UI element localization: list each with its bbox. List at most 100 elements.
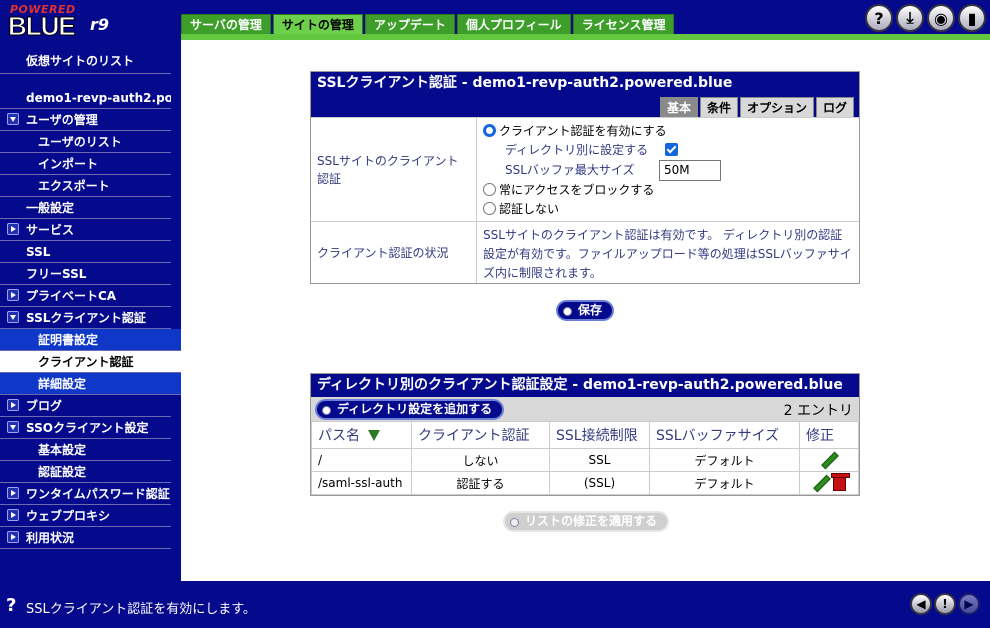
column-header-buffer[interactable]: SSLバッファサイズ xyxy=(649,421,800,449)
sidebar-item-import[interactable]: インポート xyxy=(0,153,171,175)
radio-block[interactable] xyxy=(483,183,496,196)
pencil-icon[interactable] xyxy=(821,452,837,468)
sidebar-item-blog[interactable]: ブログ xyxy=(0,395,171,417)
radio-none[interactable] xyxy=(483,202,496,215)
sidebar-item-cert-settings[interactable]: 証明書設定 xyxy=(0,329,181,351)
alert-icon[interactable]: ! xyxy=(934,593,956,615)
sidebar-item-services[interactable]: サービス xyxy=(0,219,171,241)
tab-options[interactable]: オプション xyxy=(739,97,814,117)
sidebar-item-label: 利用状況 xyxy=(26,531,75,545)
option-none-label: 認証しない xyxy=(499,202,560,216)
expand-down-icon xyxy=(7,421,19,433)
cell-ssl: SSL xyxy=(549,448,650,472)
cell-auth: しない xyxy=(411,448,550,472)
expand-right-icon xyxy=(7,487,19,499)
option-none[interactable]: 認証しない xyxy=(483,200,853,219)
option-block-label: 常にアクセスをブロックする xyxy=(499,183,655,197)
footer-nav: ◀ ! ▶ xyxy=(910,593,980,615)
entry-count: 2 エントリ xyxy=(783,403,853,419)
cell-ssl: (SSL) xyxy=(549,471,650,495)
cell-edit xyxy=(799,448,859,472)
tab-personal-profile[interactable]: 個人プロフィール xyxy=(456,14,571,34)
tab-site-management[interactable]: サイトの管理 xyxy=(272,14,363,34)
directory-table: パス名 クライアント認証 SSL接続制限 SSLバッファサイズ 修正 / しない… xyxy=(311,421,859,495)
panel-title: ディレクトリ別のクライアント認証設定 - demo1-revp-auth2.po… xyxy=(311,374,859,397)
tab-server-management[interactable]: サーバの管理 xyxy=(181,14,271,34)
column-header-path[interactable]: パス名 xyxy=(311,421,412,449)
sidebar-item-export[interactable]: エクスポート xyxy=(0,175,171,197)
sidebar-item-label: ワンタイムパスワード認証 xyxy=(26,487,170,501)
cell-path: /saml-ssl-auth xyxy=(311,471,412,495)
option-enable[interactable]: クライアント認証を有効にする xyxy=(483,122,853,141)
cell-edit xyxy=(799,471,859,495)
ssl-buffer-input[interactable]: 50M xyxy=(659,160,721,181)
sidebar-item-advanced-settings[interactable]: 詳細設定 xyxy=(0,373,181,395)
sidebar-item-ssl[interactable]: SSL xyxy=(0,241,171,263)
sidebar-item-site-name[interactable]: demo1-revp-auth2.powered.blue xyxy=(0,87,171,109)
option-enable-label: クライアント認証を有効にする xyxy=(499,124,667,138)
sidebar-item-virtual-site-list[interactable]: 仮想サイトのリスト xyxy=(0,48,171,74)
sidebar-item-web-proxy[interactable]: ウェブプロキシ xyxy=(0,505,171,527)
panel-tabs: 基本 条件 オプション ログ xyxy=(311,95,859,117)
sort-down-icon[interactable] xyxy=(368,430,380,441)
back-icon[interactable]: ◀ xyxy=(910,593,932,615)
status-footer: ? SSLクライアント認証を有効にします。 ◀ ! ▶ xyxy=(0,581,990,628)
sidebar-item-client-auth[interactable]: クライアント認証 xyxy=(0,351,181,373)
logout-icon[interactable]: ▮ xyxy=(958,4,986,32)
table-row: / しない SSL デフォルト xyxy=(311,448,859,472)
sidebar-item-otp-auth[interactable]: ワンタイムパスワード認証 xyxy=(0,483,171,505)
pencil-icon[interactable] xyxy=(813,475,829,491)
tab-log[interactable]: ログ xyxy=(815,97,854,117)
tab-conditions[interactable]: 条件 xyxy=(699,97,738,117)
expand-right-icon xyxy=(7,509,19,521)
save-button[interactable]: 保存 xyxy=(556,300,615,321)
expand-right-icon xyxy=(7,223,19,235)
column-header-auth[interactable]: クライアント認証 xyxy=(411,421,550,449)
per-directory-panel: ディレクトリ別のクライアント認証設定 - demo1-revp-auth2.po… xyxy=(310,373,860,496)
ssl-client-auth-panel: SSLクライアント認証 - demo1-revp-auth2.powered.b… xyxy=(310,71,860,284)
option-block[interactable]: 常にアクセスをブロックする xyxy=(483,181,853,200)
table-header: パス名 クライアント認証 SSL接続制限 SSLバッファサイズ 修正 xyxy=(311,421,859,449)
client-auth-status-row: クライアント認証の状況 SSLサイトのクライアント認証は有効です。 ディレクトリ… xyxy=(311,221,859,283)
sidebar-item-auth-settings[interactable]: 認証設定 xyxy=(0,461,171,483)
tab-update[interactable]: アップデート xyxy=(364,14,455,34)
table-row: /saml-ssl-auth 認証する (SSL) デフォルト xyxy=(311,471,859,495)
sidebar-item-private-ca[interactable]: プライベートCA xyxy=(0,285,171,307)
forward-icon: ▶ xyxy=(958,593,980,615)
help-icon[interactable]: ? xyxy=(865,4,893,32)
client-auth-setting-row: SSLサイトのクライアント認証 クライアント認証を有効にする ディレクトリ別に設… xyxy=(311,117,859,221)
status-message: SSLクライアント認証を有効にします。 xyxy=(26,602,256,617)
main-tabs: サーバの管理 サイトの管理 アップデート 個人プロフィール ライセンス管理 xyxy=(181,14,676,34)
per-dir-label: ディレクトリ別に設定する xyxy=(505,143,649,157)
tab-license-management[interactable]: ライセンス管理 xyxy=(572,14,675,34)
expand-right-icon xyxy=(7,399,19,411)
add-bar: ディレクトリ設定を追加する 2 エントリ xyxy=(311,397,859,421)
sidebar-item-ssl-client-auth[interactable]: SSLクライアント認証 xyxy=(0,307,171,329)
per-dir-checkbox[interactable] xyxy=(665,143,678,156)
sidebar-item-general-settings[interactable]: 一般設定 xyxy=(0,197,171,219)
sidebar-item-user-list[interactable]: ユーザのリスト xyxy=(0,131,171,153)
sidebar-item-basic-settings[interactable]: 基本設定 xyxy=(0,439,171,461)
expand-right-icon xyxy=(7,531,19,543)
status-text: SSLサイトのクライアント認証は有効です。 ディレクトリ別の認証設定が有効です。… xyxy=(483,228,852,280)
sidebar-item-sso-client[interactable]: SSOクライアント設定 xyxy=(0,417,171,439)
install-icon[interactable]: ⤓ xyxy=(896,4,924,32)
sidebar-item-label: ウェブプロキシ xyxy=(26,509,111,523)
powered-blue-logo: POWERED BLUE r9 xyxy=(6,3,166,42)
logo-version: r9 xyxy=(90,15,110,34)
client-auth-options: クライアント認証を有効にする ディレクトリ別に設定する SSLバッファ最大サイズ… xyxy=(477,118,859,221)
sidebar-item-label: SSOクライアント設定 xyxy=(26,421,149,435)
add-directory-button[interactable]: ディレクトリ設定を追加する xyxy=(315,399,505,420)
tab-basic[interactable]: 基本 xyxy=(659,97,698,117)
sidebar-item-usage[interactable]: 利用状況 xyxy=(0,527,171,549)
column-header-ssl[interactable]: SSL接続制限 xyxy=(549,421,650,449)
sidebar-item-free-ssl[interactable]: フリーSSL xyxy=(0,263,171,285)
logo-blue: BLUE xyxy=(8,11,77,42)
expand-down-icon xyxy=(7,113,19,125)
panel-title: SSLクライアント認証 - demo1-revp-auth2.powered.b… xyxy=(311,72,859,95)
radio-enable[interactable] xyxy=(483,124,496,137)
trash-icon[interactable] xyxy=(830,473,850,491)
sidebar-item-user-management[interactable]: ユーザの管理 xyxy=(0,109,171,131)
view-icon[interactable]: ◉ xyxy=(927,4,955,32)
sidebar-item-label: SSLクライアント認証 xyxy=(26,311,146,325)
